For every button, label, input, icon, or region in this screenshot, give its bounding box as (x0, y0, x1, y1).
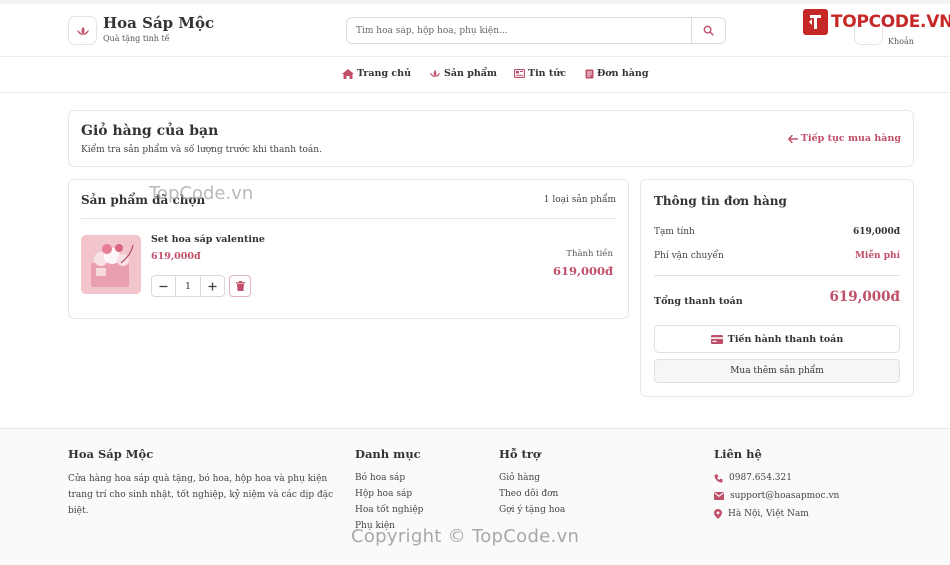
subtotal-row: Tạm tính 619,000đ (654, 227, 900, 237)
search-button[interactable] (691, 18, 725, 43)
increase-quantity-button[interactable] (201, 276, 224, 296)
footer-email[interactable]: support@hoasapmoc.vn (714, 491, 839, 501)
shipping-value: Miễn phí (854, 251, 900, 261)
search-bar (346, 17, 726, 44)
checkout-label: Tiến hành thanh toán (727, 333, 844, 345)
line-total-label: Thành tiền (566, 249, 613, 259)
credit-card-icon (710, 334, 723, 344)
footer-address-value: Hà Nội, Việt Nam (728, 509, 809, 519)
order-summary-card: Thông tin đơn hàng Tạm tính 619,000đ Phí… (640, 179, 914, 397)
quantity-input[interactable]: 1 (175, 276, 201, 296)
footer-address: Hà Nội, Việt Nam (714, 509, 809, 519)
summary-title: Thông tin đơn hàng (654, 194, 787, 208)
remove-item-button[interactable] (229, 275, 251, 297)
footer-about-text: Cửa hàng hoa sáp quà tặng, bó hoa, hộp h… (68, 474, 334, 516)
brand-name[interactable]: Hoa Sáp Mộc (103, 14, 214, 32)
home-icon (342, 68, 354, 79)
brand-tagline: Quà tặng tinh tế (103, 34, 170, 43)
nav-item-products[interactable]: Sản phẩm (429, 68, 497, 79)
shipping-row: Phí vận chuyển Miễn phí (654, 251, 900, 261)
total-value: 619,000đ (829, 289, 901, 305)
checkout-button[interactable]: Tiến hành thanh toán (654, 325, 900, 353)
topcode-logo-watermark: TOPCODE.VN (803, 9, 950, 35)
subtotal-value: 619,000đ (853, 227, 900, 237)
page-subtitle: Kiểm tra sản phẩm và số lượng trước khi … (81, 145, 322, 155)
footer-phone-value: 0987.654.321 (729, 473, 792, 483)
nav-label-news: Tin tức (528, 68, 566, 79)
nav-label-home: Trang chủ (357, 68, 411, 79)
nav-item-home[interactable]: Trang chủ (342, 68, 411, 79)
continue-buying-button[interactable]: Mua thêm sản phẩm (654, 359, 900, 383)
arrow-left-icon (788, 134, 798, 143)
search-input[interactable] (347, 18, 692, 43)
newspaper-icon (514, 69, 525, 78)
nav-label-products: Sản phẩm (444, 68, 497, 79)
continue-shopping-label: Tiếp tục mua hàng (800, 133, 901, 144)
account-label[interactable]: Khoản (888, 37, 914, 46)
copyright-watermark: Copyright © TopCode.vn (351, 526, 580, 547)
trash-icon (235, 281, 245, 291)
product-image[interactable] (81, 235, 141, 294)
nav-item-orders[interactable]: Đơn hàng (585, 68, 648, 79)
subtotal-label: Tạm tính (654, 227, 695, 237)
map-pin-icon (714, 509, 722, 519)
footer-phone[interactable]: 0987.654.321 (714, 473, 792, 483)
topcode-watermark: TopCode.vn (149, 183, 254, 204)
lotus-icon (429, 70, 441, 77)
products-count: 1 loại sản phẩm (543, 195, 616, 205)
brand-logo[interactable] (68, 16, 97, 45)
plus-icon (208, 282, 217, 290)
footer-contact-title: Liên hệ (714, 447, 762, 461)
footer-support-link[interactable]: Giỏ hàng (499, 473, 540, 483)
page-title: Giỏ hàng của bạn (81, 123, 219, 139)
footer-about-title: Hoa Sáp Mộc (68, 447, 154, 461)
footer-category-link[interactable]: Hoa tốt nghiệp (355, 505, 423, 515)
footer-category-title: Danh mục (355, 447, 421, 461)
minus-icon (159, 285, 168, 287)
footer-support-title: Hỗ trợ (499, 447, 541, 461)
line-total-value: 619,000đ (552, 264, 613, 278)
cart-header-card: Giỏ hàng của bạn Kiểm tra sản phẩm và số… (68, 110, 914, 167)
product-price: 619,000đ (151, 251, 201, 262)
receipt-icon (585, 69, 594, 78)
phone-icon (714, 473, 723, 483)
footer-support-link[interactable]: Gợi ý tặng hoa (499, 505, 565, 515)
main-nav: Trang chủ Sản phẩm Tin tức Đơn hàng (0, 57, 950, 93)
total-label: Tổng thanh toán (654, 296, 743, 307)
envelope-icon (714, 492, 724, 500)
lotus-logo-icon (76, 26, 89, 35)
product-name[interactable]: Set hoa sáp valentine (151, 234, 265, 245)
nav-label-orders: Đơn hàng (597, 68, 649, 79)
search-icon (703, 25, 714, 36)
footer-category-link[interactable]: Hộp hoa sáp (355, 489, 412, 499)
nav-item-news[interactable]: Tin tức (514, 68, 566, 79)
topcode-logo-icon (803, 9, 828, 35)
divider (654, 275, 900, 276)
continue-shopping-link[interactable]: Tiếp tục mua hàng (788, 133, 901, 144)
footer-support-link[interactable]: Theo dõi đơn (499, 489, 558, 499)
quantity-stepper: 1 (151, 275, 225, 297)
footer-category-link[interactable]: Bó hoa sáp (355, 473, 405, 483)
shipping-label: Phí vận chuyển (654, 251, 724, 261)
topcode-logo-text: TOPCODE.VN (831, 12, 950, 32)
footer-email-value: support@hoasapmoc.vn (730, 491, 840, 501)
decrease-quantity-button[interactable] (152, 276, 175, 296)
divider (81, 218, 616, 219)
